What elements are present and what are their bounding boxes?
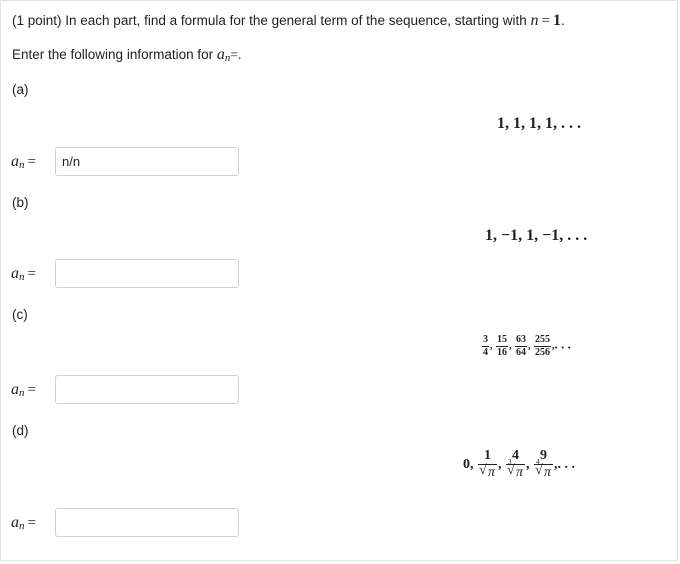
- intro-start-value: 1: [553, 12, 562, 29]
- part-c-sep-3: ,: [528, 340, 531, 352]
- intro-text: (1 point) In each part, find a formula f…: [12, 13, 527, 28]
- part-c-term-2-num: 15: [496, 334, 508, 347]
- part-c-n-sub: n: [19, 387, 25, 399]
- part-c-term-1-num: 3: [482, 334, 489, 347]
- enter-a-var: a: [216, 46, 225, 63]
- part-b-eq: =: [27, 266, 36, 282]
- part-c-term-1-den: 4: [483, 346, 488, 358]
- sqrt-icon: √ π: [479, 462, 497, 480]
- part-c-answer-input[interactable]: [55, 375, 239, 404]
- part-d-n-sub: n: [19, 520, 25, 532]
- part-c-term-2-den: 16: [497, 346, 507, 358]
- part-d-answer-input[interactable]: [55, 508, 239, 537]
- part-d-answer-label: an =: [11, 514, 39, 532]
- part-c-answer-label: an =: [11, 381, 39, 399]
- intro-n-var: n: [530, 12, 539, 29]
- part-c-label: (c): [12, 307, 28, 322]
- part-c-term-2: 15 16: [496, 334, 508, 358]
- part-d-sequence: 0, 1 √ π, 4 3 √ π, 9 4 √ π,. . .: [463, 448, 576, 480]
- part-a-eq: =: [27, 154, 36, 170]
- part-a-sequence: 1, 1, 1, 1, . . .: [497, 115, 581, 132]
- part-d-term-3-radicand: π: [543, 463, 553, 480]
- part-d-term-1-den: √ π: [478, 462, 497, 480]
- radical-sign: √: [535, 462, 543, 478]
- part-c-term-1: 34: [482, 334, 489, 358]
- part-a-a-var: a: [11, 153, 19, 170]
- part-d-first-term: 0: [463, 456, 470, 472]
- part-d-eq: =: [27, 515, 36, 531]
- part-c-sequence: 34, 15 16, 63 64, 255 256,. . .: [481, 334, 571, 358]
- part-c-term-4-num: 255: [534, 334, 551, 347]
- radical-sign: √: [479, 462, 487, 478]
- part-d-label: (d): [12, 423, 29, 438]
- cube-root-icon: 3 √ π: [507, 458, 525, 480]
- problem-panel: (1 point) In each part, find a formula f…: [0, 0, 678, 561]
- part-d-term-2-radicand: π: [515, 463, 525, 480]
- part-d-term-1: 1 √ π: [478, 448, 498, 480]
- enter-suffix: =.: [230, 47, 242, 62]
- part-c-eq: =: [27, 382, 36, 398]
- part-c-term-4: 255 256: [534, 334, 551, 358]
- part-b-sequence: 1, −1, 1, −1, . . .: [485, 227, 588, 244]
- part-d-a-var: a: [11, 514, 19, 531]
- part-a-label: (a): [12, 82, 29, 97]
- part-c-ellipsis: . . .: [554, 336, 571, 352]
- part-d-term-1-radicand: π: [487, 463, 497, 480]
- part-a-answer-input[interactable]: [55, 147, 239, 176]
- radical-sign: √: [507, 462, 515, 478]
- enter-instruction: Enter the following information for an=.: [12, 46, 241, 65]
- part-c-sep-1: ,: [490, 340, 493, 352]
- part-d-term-3: 9 4 √ π: [534, 448, 554, 480]
- intro-period: .: [561, 13, 565, 28]
- part-b-a-var: a: [11, 265, 19, 282]
- part-a-n-sub: n: [19, 159, 25, 171]
- part-c-term-3-den: 64: [516, 346, 526, 358]
- part-b-answer-label: an =: [11, 265, 39, 283]
- intro-eq-sign: =: [541, 13, 551, 29]
- fourth-root-icon: 4 √ π: [535, 458, 553, 480]
- part-c-a-var: a: [11, 381, 19, 398]
- part-d-sep-2: ,: [526, 456, 530, 472]
- enter-text: Enter the following information for: [12, 47, 214, 62]
- part-d-ellipsis: . . .: [557, 456, 576, 472]
- part-c-term-3: 63 64: [515, 334, 527, 358]
- part-d-sep-0: ,: [470, 456, 474, 472]
- part-d-term-2: 4 3 √ π: [506, 448, 526, 480]
- part-b-label: (b): [12, 195, 29, 210]
- part-d-sep-1: ,: [498, 456, 502, 472]
- part-d-term-3-den: 4 √ π: [534, 458, 553, 480]
- part-a-answer-label: an =: [11, 153, 39, 171]
- part-c-term-3-num: 63: [515, 334, 527, 347]
- problem-intro: (1 point) In each part, find a formula f…: [12, 12, 565, 30]
- enter-n-sub: n: [224, 52, 231, 64]
- part-b-answer-input[interactable]: [55, 259, 239, 288]
- part-c-sep-2: ,: [509, 340, 512, 352]
- part-c-term-4-den: 256: [535, 346, 550, 358]
- part-d-term-2-den: 3 √ π: [506, 458, 525, 480]
- part-b-n-sub: n: [19, 271, 25, 283]
